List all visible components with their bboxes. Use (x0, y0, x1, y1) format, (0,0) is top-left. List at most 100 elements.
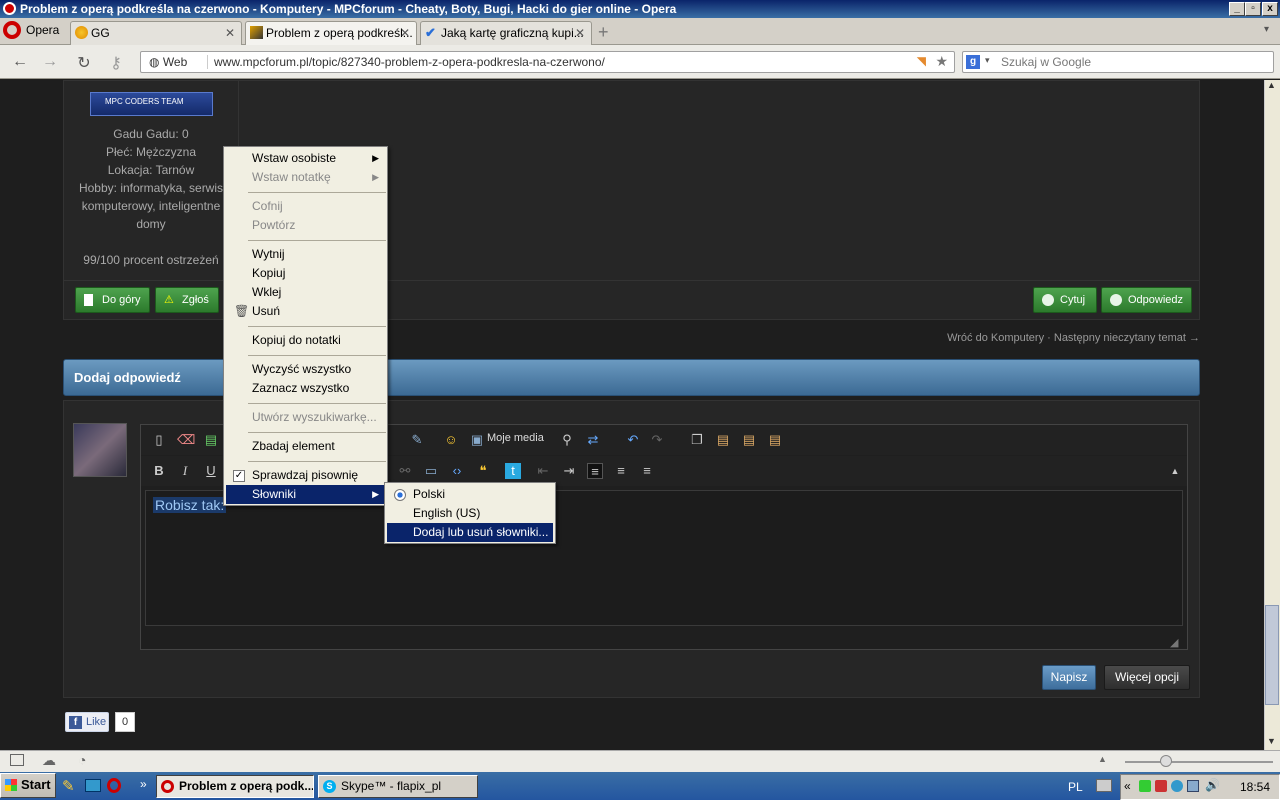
reply-button[interactable]: Odpowiedz (1101, 287, 1192, 313)
close-tab-icon[interactable]: ✕ (575, 26, 585, 40)
close-tab-icon[interactable]: ✕ (400, 26, 410, 40)
chevron-down-icon[interactable]: ▾ (985, 55, 990, 66)
tray-skype-icon[interactable] (1171, 780, 1183, 792)
search-field[interactable]: g ▾ Szukaj w Google (962, 51, 1274, 73)
new-tab-icon[interactable]: + (598, 22, 609, 43)
zoom-slider[interactable] (1125, 761, 1273, 763)
binoculars-icon[interactable]: ⚲ (559, 432, 575, 448)
web-badge[interactable]: ◍ Web (149, 55, 187, 69)
go-top-button[interactable]: Do góry (75, 287, 150, 313)
outdent-icon[interactable]: ⇤ (535, 463, 551, 479)
undo-icon[interactable]: ↶ (625, 432, 641, 448)
menu-item-delete[interactable]: 🗑 Usuń (226, 302, 385, 321)
submenu-item-english[interactable]: English (US) (387, 504, 553, 523)
eraser-icon[interactable]: ⌫ (177, 432, 195, 448)
scrollbar-thumb[interactable] (1265, 605, 1279, 705)
menu-item-spellcheck[interactable]: ✓ Sprawdzaj pisownię (226, 466, 385, 485)
language-indicator[interactable]: PL (1068, 780, 1083, 794)
scroll-up-icon[interactable]: ▲ (1267, 80, 1276, 90)
submit-button[interactable]: Napisz (1042, 665, 1096, 690)
menu-item-insert-personal[interactable]: Wstaw osobiste ▶ (226, 149, 385, 168)
menu-item-select-all[interactable]: Zaznacz wszystko (226, 379, 385, 398)
volume-icon[interactable]: 🔊 (1205, 778, 1220, 792)
report-button[interactable]: ⚠ Zgłoś (155, 287, 219, 313)
source-icon[interactable]: ▯ (151, 432, 167, 448)
menu-item-copy-to-note[interactable]: Kopiuj do notatki (226, 331, 385, 350)
rss-icon[interactable]: ◥ (917, 54, 926, 68)
tray-expand-icon[interactable]: « (1124, 779, 1131, 793)
my-media-label[interactable]: Moje media (487, 432, 544, 444)
indent-icon[interactable]: ⇥ (561, 463, 577, 479)
bookmark-star-icon[interactable]: ★ (935, 53, 948, 70)
opera-menu-button[interactable]: Opera (0, 20, 66, 44)
menu-item-redo[interactable]: Powtórz (226, 216, 385, 235)
paste-word-icon[interactable]: ▤ (767, 432, 783, 448)
tab-list-icon[interactable]: ▾ (1264, 24, 1269, 35)
zoom-slider-handle[interactable] (1160, 755, 1172, 767)
window-title-bar[interactable]: Problem z operą podkreśla na czerwono - … (0, 0, 1280, 18)
maximize-button[interactable]: ▫ (1245, 2, 1261, 16)
reply-textarea[interactable] (145, 490, 1183, 626)
next-unread-link[interactable]: Następny nieczytany temat → (1054, 332, 1200, 344)
image-icon[interactable]: ▤ (203, 432, 219, 448)
back-icon[interactable]: ← (10, 53, 30, 71)
google-icon[interactable]: g (966, 55, 980, 69)
reload-icon[interactable]: ↻ (74, 53, 94, 73)
collapse-toolbar-icon[interactable]: ▲ (1167, 463, 1183, 479)
menu-item-insert-note[interactable]: Wstaw notatkę ▶ (226, 168, 385, 187)
forward-icon[interactable]: → (40, 53, 60, 71)
tab-gg[interactable]: GG ✕ (70, 21, 242, 45)
search-placeholder[interactable]: Szukaj w Google (1001, 55, 1091, 69)
bold-icon[interactable]: B (151, 463, 167, 479)
zoom-arrow-icon[interactable]: ▲ (1098, 754, 1107, 764)
url-text[interactable]: www.mpcforum.pl/topic/827340-problem-z-o… (207, 55, 605, 69)
panel-toggle-icon[interactable] (10, 754, 24, 766)
submenu-item-manage-dictionaries[interactable]: Dodaj lub usuń słowniki... (387, 523, 553, 542)
minimize-button[interactable]: _ (1229, 2, 1245, 16)
replace-icon[interactable]: ⇄ (585, 432, 601, 448)
menu-item-undo[interactable]: Cofnij (226, 197, 385, 216)
taskbar-item-skype[interactable]: S Skype™ - flapix_pl (318, 775, 478, 798)
back-to-category-link[interactable]: Wróć do Komputery (947, 332, 1044, 344)
close-tab-icon[interactable]: ✕ (225, 26, 235, 40)
menu-item-clear-all[interactable]: Wyczyść wszystko (226, 360, 385, 379)
scroll-down-icon[interactable]: ▼ (1267, 736, 1276, 746)
align-center-icon[interactable]: ≡ (613, 463, 629, 479)
align-right-icon[interactable]: ≡ (639, 463, 655, 479)
clock[interactable]: 18:54 (1240, 780, 1270, 794)
start-button[interactable]: Start (0, 773, 56, 798)
menu-item-dictionaries[interactable]: Słowniki ▶ (226, 485, 385, 504)
close-button[interactable]: x (1262, 2, 1278, 16)
url-field[interactable]: ◍ Web www.mpcforum.pl/topic/827340-probl… (140, 51, 955, 73)
quicklaunch-expand-icon[interactable]: » (140, 777, 147, 791)
tray-network-icon[interactable] (1187, 780, 1199, 792)
align-left-icon[interactable]: ≡ (587, 463, 603, 479)
tray-app-icon[interactable] (1139, 780, 1151, 792)
menu-item-inspect-element[interactable]: Zbadaj element (226, 437, 385, 456)
keyboard-icon[interactable] (1096, 779, 1112, 792)
speed-dial-icon[interactable]: ◔ (78, 752, 86, 768)
image-insert-icon[interactable]: ▭ (423, 463, 439, 479)
quicklaunch-tool-icon[interactable]: ✎ (62, 777, 75, 795)
show-desktop-icon[interactable] (85, 779, 101, 792)
underline-icon[interactable]: U (203, 463, 219, 479)
unlink-icon[interactable]: ⚯ (397, 463, 413, 479)
copy-icon[interactable]: ❐ (689, 432, 705, 448)
menu-item-copy[interactable]: Kopiuj (226, 264, 385, 283)
paste-text-icon[interactable]: ▤ (741, 432, 757, 448)
submenu-item-polish[interactable]: Polski (387, 485, 553, 504)
media-icon[interactable]: ▣ (469, 432, 485, 448)
menu-item-create-search[interactable]: Utwórz wyszukiwarkę... (226, 408, 385, 427)
paste-icon[interactable]: ▤ (715, 432, 731, 448)
spellcheck-icon[interactable]: ✎ (409, 432, 425, 448)
typed-text[interactable]: Robisz tak: (153, 497, 227, 513)
quicklaunch-opera-icon[interactable] (107, 778, 121, 793)
more-options-button[interactable]: Więcej opcji (1104, 665, 1190, 690)
tab-problem[interactable]: Problem z operą podkreśl... ✕ (245, 21, 417, 45)
redo-icon[interactable]: ↷ (649, 432, 665, 448)
taskbar-item-opera[interactable]: Problem z operą podk... (156, 775, 314, 798)
tray-antivirus-icon[interactable] (1155, 780, 1167, 792)
quote-icon[interactable]: ❝ (475, 463, 491, 479)
resize-grip-icon[interactable]: ◢ (1170, 636, 1178, 649)
code-icon[interactable]: ‹› (449, 463, 465, 479)
